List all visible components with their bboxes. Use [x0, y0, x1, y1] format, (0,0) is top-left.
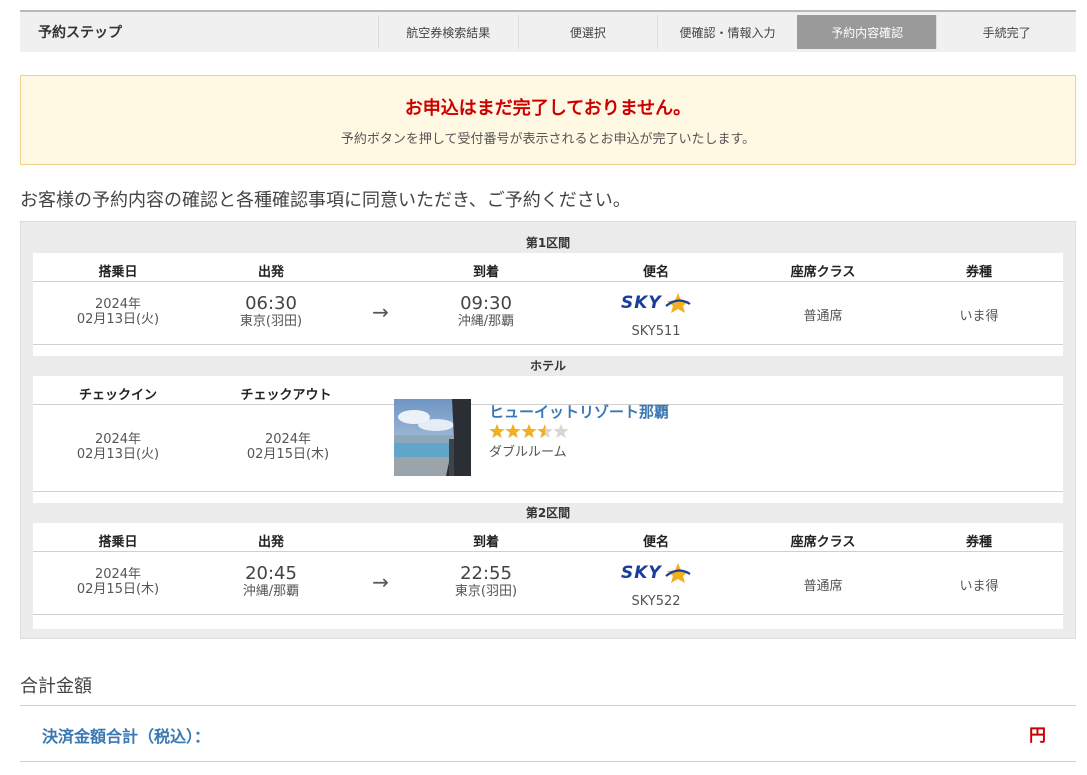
checkout-day: 02月15日(木): [246, 447, 330, 462]
segment2-flight-no: SKY522: [631, 594, 681, 609]
col-checkin: チェックイン: [78, 388, 157, 403]
hotel-name-link[interactable]: ヒューイットリゾート那覇: [489, 401, 669, 422]
segment1-fare-type: いま得: [959, 309, 999, 324]
segment1-arrival: 09:30 沖縄/那覇: [426, 294, 546, 330]
notice-headline: お申込はまだ完了しておりません。: [404, 98, 692, 119]
segment2-date-year: 2024年: [94, 567, 142, 582]
skymark-logo-icon: SKY: [621, 292, 691, 314]
col-departure: 出発: [257, 265, 284, 280]
step-complete: 手続完了: [936, 15, 1076, 49]
divider: [33, 281, 1063, 282]
payment-total-label: 決済金額合計（税込）：: [42, 727, 211, 746]
segment1-arrow: →: [372, 300, 389, 324]
airline-logo-text: SKY: [621, 293, 662, 313]
itinerary-box: 第1区間 搭乗日 出発 到着 便名 座席クラス 券種 2024年 02月13日(…: [20, 221, 1076, 639]
hotel-header: ホテル: [33, 356, 1063, 376]
airline-logo-text: SKY: [621, 563, 662, 583]
col-flight: 便名: [642, 265, 669, 280]
segment1-dep-time: 06:30: [245, 293, 297, 314]
rating-star-icon: [521, 424, 537, 438]
segment1-date-year: 2024年: [94, 297, 142, 312]
checkin-day: 02月13日(火): [76, 447, 160, 462]
col-departure: 出発: [257, 535, 284, 550]
segment1-arr-time: 09:30: [460, 293, 512, 314]
lead-text: お客様の予約内容の確認と各種確認事項に同意いただき、ご予約ください。: [20, 190, 631, 211]
segment2-header: 第2区間: [33, 503, 1063, 523]
col-fare-type: 券種: [965, 265, 992, 280]
notice-subtext: 予約ボタンを押して受付番号が表示されるとお申込が完了いたします。: [340, 132, 756, 147]
col-checkout: チェックアウト: [240, 388, 332, 403]
segment2-arr-place: 東京(羽田): [454, 584, 518, 599]
segment1-arr-place: 沖縄/那覇: [457, 314, 515, 329]
divider: [33, 344, 1063, 345]
col-arrival: 到着: [472, 265, 499, 280]
col-date: 搭乗日: [98, 535, 138, 550]
not-complete-notice: お申込はまだ完了しておりません。 予約ボタンを押して受付番号が表示されるとお申込…: [20, 75, 1076, 165]
step-search-results: 航空券検索結果: [378, 15, 518, 49]
segment2-date: 2024年 02月15日(木): [58, 567, 178, 597]
segment2-date-day: 02月15日(木): [76, 582, 160, 597]
col-seat-class: 座席クラス: [790, 535, 856, 550]
col-date: 搭乗日: [98, 265, 138, 280]
step-info-input: 便確認・情報入力: [657, 15, 797, 49]
divider: [33, 614, 1063, 615]
col-arrival: 到着: [472, 535, 499, 550]
rating-star-icon: [489, 424, 505, 438]
star-logo-icon: [665, 563, 691, 583]
divider: [20, 761, 1076, 762]
total-section-label: 合計金額: [20, 676, 92, 697]
hotel-photo[interactable]: [394, 399, 471, 476]
divider: [33, 551, 1063, 552]
step-confirm-current: 予約内容確認: [796, 15, 937, 49]
col-fare-type: 券種: [965, 535, 992, 550]
segment2-arr-time: 22:55: [460, 563, 512, 584]
skymark-logo-icon: SKY: [621, 562, 691, 584]
segment1-departure: 06:30 東京(羽田): [211, 294, 331, 330]
segment2-departure: 20:45 沖縄/那覇: [211, 564, 331, 600]
star-logo-icon: [665, 293, 691, 313]
rating-star-icon: [553, 424, 569, 438]
segment2-dep-place: 沖縄/那覇: [242, 584, 300, 599]
segment1-dep-place: 東京(羽田): [239, 314, 303, 329]
col-flight: 便名: [642, 535, 669, 550]
step-flight-select: 便選択: [517, 15, 658, 49]
segment1-date: 2024年 02月13日(火): [58, 297, 178, 327]
checkin-year: 2024年: [94, 432, 142, 447]
hotel-room-type: ダブルルーム: [489, 445, 567, 460]
segment2-seat-class: 普通席: [803, 579, 843, 594]
itinerary-inner: 第1区間 搭乗日 出発 到着 便名 座席クラス 券種 2024年 02月13日(…: [33, 233, 1063, 629]
divider: [33, 491, 1063, 492]
reservation-step-bar: 予約ステップ 航空券検索結果 便選択 便確認・情報入力 予約内容確認 手続完了: [20, 10, 1076, 52]
hotel-rating: [489, 423, 569, 439]
segment2-arrival: 22:55 東京(羽田): [426, 564, 546, 600]
divider: [20, 705, 1076, 706]
payment-total-unit: 円: [1029, 726, 1046, 746]
hotel-checkout-date: 2024年 02月15日(木): [228, 432, 348, 462]
step-bar-title: 予約ステップ: [38, 25, 122, 41]
segment1-date-day: 02月13日(火): [76, 312, 160, 327]
rating-star-icon: [505, 424, 521, 438]
segment2-dep-time: 20:45: [245, 563, 297, 584]
segment1-header: 第1区間: [33, 233, 1063, 253]
col-seat-class: 座席クラス: [790, 265, 856, 280]
segment1-seat-class: 普通席: [803, 309, 843, 324]
segment2-fare-type: いま得: [959, 579, 999, 594]
segment2-arrow: →: [372, 570, 389, 594]
rating-star-icon: [537, 424, 553, 438]
segment1-flight-no: SKY511: [631, 324, 681, 339]
hotel-checkin-date: 2024年 02月13日(火): [58, 432, 178, 462]
checkout-year: 2024年: [264, 432, 312, 447]
